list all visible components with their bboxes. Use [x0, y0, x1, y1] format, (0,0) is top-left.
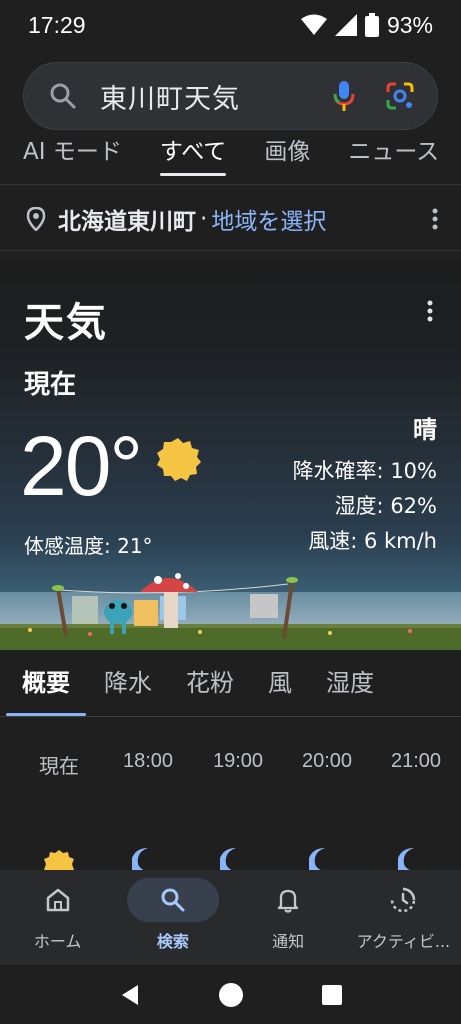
nav-search-label: 検索 — [156, 932, 189, 951]
humidity-value: 湿度: 62% — [334, 494, 437, 518]
tab-all[interactable]: すべて — [159, 130, 227, 184]
moon-icon — [309, 848, 327, 872]
activity-icon — [391, 887, 416, 913]
status-icons: 93% — [300, 11, 433, 39]
hour-label: 20:00 — [301, 750, 353, 772]
nav-home-label: ホーム — [33, 932, 82, 951]
weather-scene-illustration — [0, 573, 461, 650]
hour-label: 21:00 — [390, 750, 442, 772]
recents-icon[interactable] — [321, 984, 343, 1006]
nav-notifications[interactable]: 通知 — [231, 870, 346, 965]
tab-images[interactable]: 画像 — [264, 130, 310, 184]
weather-more-icon[interactable] — [427, 300, 433, 322]
tab-humidity[interactable]: 湿度 — [326, 650, 374, 718]
weather-title: 天気 — [24, 300, 108, 346]
tab-precipitation[interactable]: 降水 — [104, 650, 152, 718]
hour-label: 18:00 — [122, 750, 174, 772]
more-options-icon[interactable] — [432, 208, 438, 230]
sun-icon — [157, 438, 201, 481]
system-navigation — [0, 965, 461, 1024]
back-icon[interactable] — [118, 983, 142, 1007]
bell-icon — [277, 889, 299, 913]
feels-like: 体感温度: 21° — [24, 534, 153, 558]
search-tabs: AI モード すべて 画像 ニュース — [0, 130, 461, 184]
status-time: 17:29 — [28, 11, 86, 38]
moon-icon — [132, 848, 150, 872]
search-box[interactable]: 東川町天気 — [23, 62, 438, 130]
location-separator: · — [200, 206, 208, 232]
tab-pollen[interactable]: 花粉 — [186, 650, 234, 718]
wind-value: 風速: 6 km/h — [308, 529, 437, 553]
weather-subtabs: 概要 降水 花粉 風 湿度 — [0, 650, 461, 718]
nav-activity-label: アクティビ... — [356, 932, 451, 951]
nav-notifications-label: 通知 — [272, 932, 305, 951]
hour-label: 19:00 — [212, 750, 264, 772]
search-icon — [161, 888, 185, 912]
home-button-icon[interactable] — [218, 982, 244, 1008]
divider — [0, 184, 461, 185]
location-name: 北海道東川町 — [58, 209, 196, 235]
nav-search[interactable]: 検索 — [115, 870, 230, 965]
moon-icon — [398, 848, 416, 872]
divider — [0, 250, 461, 251]
status-bar: 17:29 93% — [0, 0, 461, 50]
current-temperature: 20° — [20, 419, 143, 513]
location-row: 北海道東川町 · 地域を選択 — [0, 188, 461, 250]
current-label: 現在 — [24, 370, 77, 400]
change-location-link[interactable]: 地域を選択 — [211, 202, 432, 236]
search-input[interactable]: 東川町天気 — [100, 77, 333, 116]
battery-percent: 93% — [386, 11, 433, 38]
location-pin-icon — [26, 207, 46, 231]
weather-details: 降水確率: 10% 湿度: 62% 風速: 6 km/h — [293, 454, 437, 559]
tab-overview[interactable]: 概要 — [6, 650, 86, 718]
lens-icon[interactable] — [385, 81, 415, 111]
tab-wind[interactable]: 風 — [268, 650, 292, 718]
precipitation-value: 降水確率: 10% — [292, 459, 437, 483]
sun-icon — [44, 850, 74, 870]
tab-news[interactable]: ニュース — [348, 130, 439, 184]
search-icon — [50, 83, 76, 109]
weather-condition: 晴 — [413, 416, 437, 444]
hourly-forecast: 現在 18:00 19:00 20:00 21:00 — [0, 750, 461, 790]
nav-activity[interactable]: アクティビ... — [346, 870, 461, 965]
weather-card: 天気 現在 20° 晴 降水確率: 10% 湿度: 62% 風速: 6 km/h… — [0, 262, 461, 650]
signal-icon — [334, 14, 357, 36]
wifi-icon — [300, 14, 327, 35]
nav-home[interactable]: ホーム — [0, 870, 115, 965]
battery-icon — [364, 13, 379, 37]
home-icon — [46, 888, 69, 912]
bottom-navigation: ホーム 検索 通知 アクティビ... — [0, 870, 461, 965]
moon-icon — [220, 848, 238, 872]
divider — [0, 716, 461, 717]
microphone-icon[interactable] — [333, 80, 355, 112]
hour-label: 現在 — [39, 756, 79, 778]
tab-ai-mode[interactable]: AI モード — [23, 130, 122, 184]
